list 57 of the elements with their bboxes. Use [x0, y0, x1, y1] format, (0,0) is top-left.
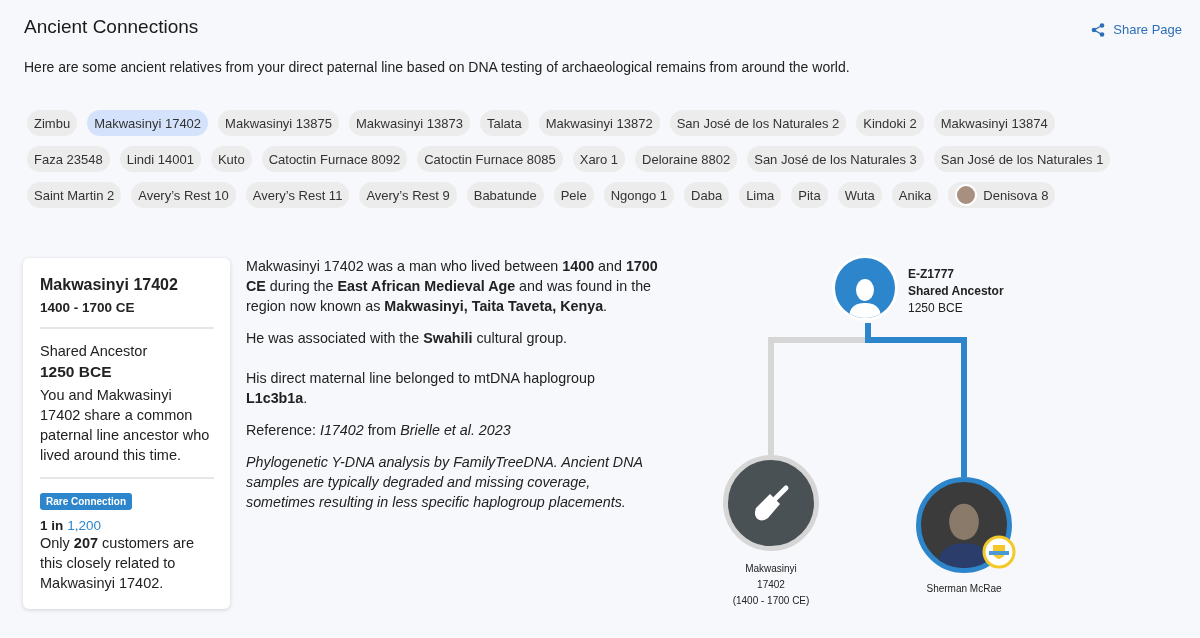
- relative-chip[interactable]: Denisova 8: [948, 182, 1056, 208]
- page-description: Here are some ancient relatives from your direct paternal line based on DNA testing of archaeological remains from around the world.: [24, 59, 851, 75]
- relative-chip[interactable]: Kuto: [210, 146, 252, 172]
- relative-chip[interactable]: Talata: [480, 110, 529, 136]
- relative-chip[interactable]: Catoctin Furnace 8092: [261, 146, 408, 172]
- relative-chip[interactable]: Babatunde: [466, 182, 544, 208]
- relative-name: Makwasinyi 17402: [40, 276, 179, 294]
- relative-chip[interactable]: Makwasinyi 13873: [349, 110, 470, 136]
- relative-chip[interactable]: Pita: [791, 182, 828, 208]
- share-page-button[interactable]: Share Page: [1091, 18, 1182, 41]
- ancestor-label: Shared Ancestor: [908, 283, 1004, 300]
- relative-chip[interactable]: Zimbu: [27, 110, 78, 136]
- relative-chip[interactable]: Faza 23548: [27, 146, 110, 172]
- relative-chip[interactable]: Pele: [553, 182, 594, 208]
- relative-chip[interactable]: San José de los Naturales 3: [747, 146, 924, 172]
- node-name: Sherman McRae: [925, 582, 1003, 596]
- shared-ancestor-date: 1250 BCE: [40, 363, 113, 381]
- relative-chip[interactable]: Makwasinyi 13875: [218, 110, 340, 136]
- relative-chip[interactable]: Wuta: [837, 182, 882, 208]
- relative-chip[interactable]: Avery’s Rest 11: [245, 182, 350, 208]
- rarity-text: Only 207 customers are this closely related to Makwasinyi 17402.: [40, 534, 195, 593]
- relative-chip[interactable]: Lindi 14001: [119, 146, 201, 172]
- relative-chip[interactable]: Anika: [891, 182, 939, 208]
- relative-chip[interactable]: Saint Martin 2: [27, 182, 122, 208]
- relative-chip[interactable]: Avery’s Rest 10: [131, 182, 236, 208]
- relative-chip[interactable]: Catoctin Furnace 8085: [417, 146, 563, 172]
- page-title: Ancient Connections: [24, 15, 199, 38]
- detail-paragraph: Makwasinyi 17402 was a man who lived between 1400 and 1700 CE during the East African Medieval Age and was found in the region now known as Makwasinyi, Taita Taveta, Kenya.: [246, 257, 658, 316]
- detail-paragraph: Phylogenetic Y-DNA analysis by FamilyTreeDNA. Ancient DNA samples are typically degraded and missing coverage, sometimes resulting in less specific haplogroup placements.: [246, 453, 644, 512]
- relative-chip[interactable]: San José de los Naturales 2: [669, 110, 847, 136]
- relative-chip[interactable]: Xaro 1: [572, 146, 626, 172]
- relative-chip[interactable]: Deloraine 8802: [635, 146, 738, 172]
- relative-chip[interactable]: Avery’s Rest 9: [359, 182, 457, 208]
- share-icon: [1091, 22, 1106, 37]
- relative-chip[interactable]: San José de los Naturales 1: [933, 146, 1111, 172]
- relative-dates: 1400 - 1700 CE: [40, 300, 136, 315]
- detail-paragraph: He was associated with the Swahili cultural group.: [246, 329, 569, 348]
- relative-chip[interactable]: Makwasinyi 13872: [538, 110, 660, 136]
- detail-paragraph: Reference: I17402 from Brielle et al. 2023: [246, 421, 512, 440]
- shared-ancestor-text: You and Makwasinyi 17402 share a common paternal line ancestor who lived around this time.: [40, 386, 211, 465]
- haplogroup-code: E-Z1777: [908, 266, 956, 283]
- detail-paragraph: His direct maternal line belonged to mtDNA haplogroup L1c3b1a.: [246, 369, 596, 408]
- rarity-prefix: 1 in: [40, 518, 64, 533]
- node-dates: (1400 - 1700 CE): [731, 594, 811, 608]
- relative-chip[interactable]: Kindoki 2: [856, 110, 924, 136]
- relative-chip[interactable]: Makwasinyi 13874: [933, 110, 1055, 136]
- relative-chip[interactable]: Ngongo 1: [603, 182, 675, 208]
- person-silhouette-icon: [847, 278, 883, 318]
- relative-chip[interactable]: Lima: [739, 182, 782, 208]
- ancestor-date: 1250 BCE: [908, 300, 964, 317]
- shared-ancestor-label: Shared Ancestor: [40, 342, 149, 361]
- ribbon-badge-icon: [982, 535, 1016, 569]
- relative-chip[interactable]: Makwasinyi 17402: [87, 110, 209, 136]
- rare-connection-badge: Rare Connection: [40, 493, 132, 510]
- relative-chip[interactable]: Daba: [684, 182, 730, 208]
- rarity-value: 1,200: [67, 518, 102, 533]
- node-name: Makwasinyi 17402: [744, 562, 798, 592]
